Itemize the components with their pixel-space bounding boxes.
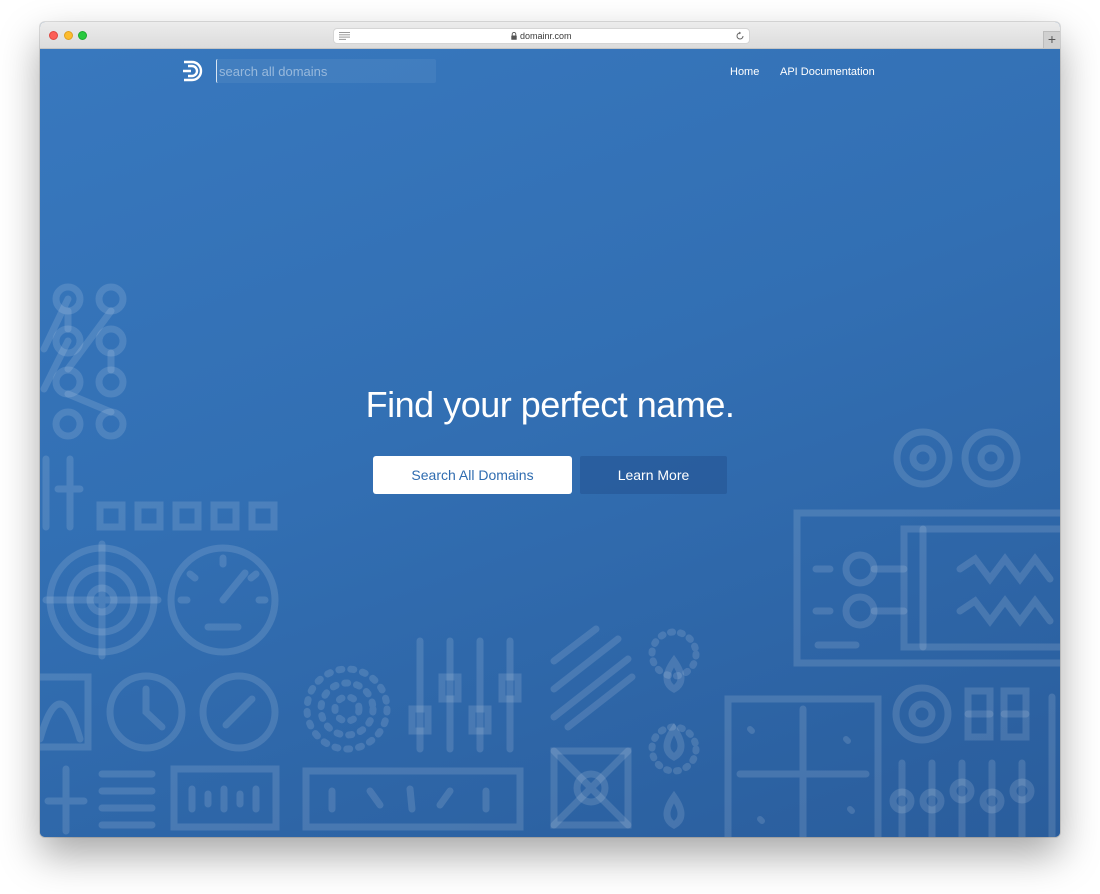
- url-text: domainr.com: [520, 31, 572, 41]
- nav-api-documentation-link[interactable]: API Documentation: [780, 65, 875, 79]
- minimize-window-button[interactable]: [64, 31, 73, 40]
- maximize-window-button[interactable]: [78, 31, 87, 40]
- new-tab-button[interactable]: +: [1043, 31, 1060, 48]
- reader-view-icon[interactable]: [339, 32, 350, 40]
- close-window-button[interactable]: [49, 31, 58, 40]
- nav-home-link[interactable]: Home: [730, 65, 759, 79]
- lock-icon: [511, 32, 517, 40]
- browser-titlebar: domainr.com +: [40, 22, 1060, 49]
- domain-search-input[interactable]: [216, 59, 436, 83]
- browser-window: domainr.com + search all domains Home AP…: [40, 22, 1060, 837]
- learn-more-button[interactable]: Learn More: [580, 456, 727, 494]
- address-bar[interactable]: domainr.com: [333, 28, 750, 44]
- search-all-domains-button[interactable]: Search All Domains: [373, 456, 572, 494]
- domainr-logo-icon[interactable]: [182, 60, 204, 82]
- reload-icon[interactable]: [735, 31, 745, 41]
- background-illustration: [40, 283, 1060, 837]
- page-viewport: Home API Documentation Find your perfect…: [40, 49, 1060, 837]
- hero-title: Find your perfect name.: [365, 384, 735, 425]
